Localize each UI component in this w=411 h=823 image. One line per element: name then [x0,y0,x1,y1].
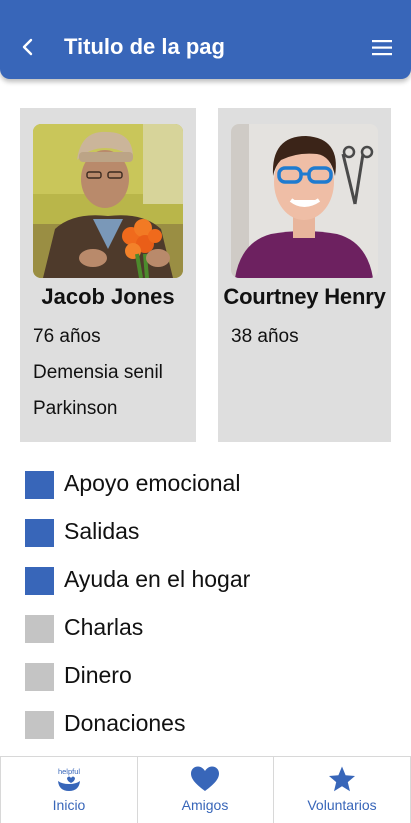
nav-label: Inicio [52,797,86,813]
hamburger-menu-icon [372,40,392,56]
category-label: Dinero [64,662,132,688]
category-checkbox[interactable] [25,711,54,739]
nav-label: Voluntarios [307,797,377,813]
bottom-navigation: helpful Inicio Amigos Voluntarios [0,756,411,823]
person-age: 38 años [231,326,299,347]
nav-item-amigos[interactable]: Amigos [137,757,274,823]
nav-item-voluntarios[interactable]: Voluntarios [274,757,411,823]
category-checkbox[interactable] [25,519,54,547]
person-age: 76 años [33,326,101,347]
person-photo [33,124,183,278]
person-condition: Parkinson [33,398,118,419]
menu-button[interactable] [370,38,396,58]
category-label: Ayuda en el hogar [64,566,251,592]
category-label: Salidas [64,518,140,544]
person-condition: Demensia senil [33,362,163,383]
category-checkbox[interactable] [25,471,54,499]
back-button[interactable] [14,33,42,61]
category-checkbox[interactable] [25,663,54,691]
category-label: Donaciones [64,710,186,736]
person-name: Jacob Jones [41,284,175,309]
page: Titulo de la pag Jacob Jones 76 años Dem… [0,0,411,823]
person-card[interactable]: Jacob Jones 76 años Demensia senil Parki… [20,108,196,442]
chevron-left-icon [22,38,33,56]
nav-label: Amigos [181,797,229,813]
person-name: Courtney Henry [223,284,386,309]
category-checkbox[interactable] [25,567,54,595]
helpful-logo-icon: helpful [58,767,80,791]
category-label: Apoyo emocional [64,470,241,496]
person-photo [231,124,378,278]
svg-text:helpful: helpful [58,767,80,776]
app-header: Titulo de la pag [0,0,411,79]
category-checkbox[interactable] [25,615,54,643]
nav-item-inicio[interactable]: helpful Inicio [0,757,138,823]
person-card[interactable]: Courtney Henry 38 años [218,108,391,442]
page-title: Titulo de la pag [64,34,225,59]
star-icon [329,766,355,792]
heart-icon [191,766,219,791]
category-label: Charlas [64,614,144,640]
